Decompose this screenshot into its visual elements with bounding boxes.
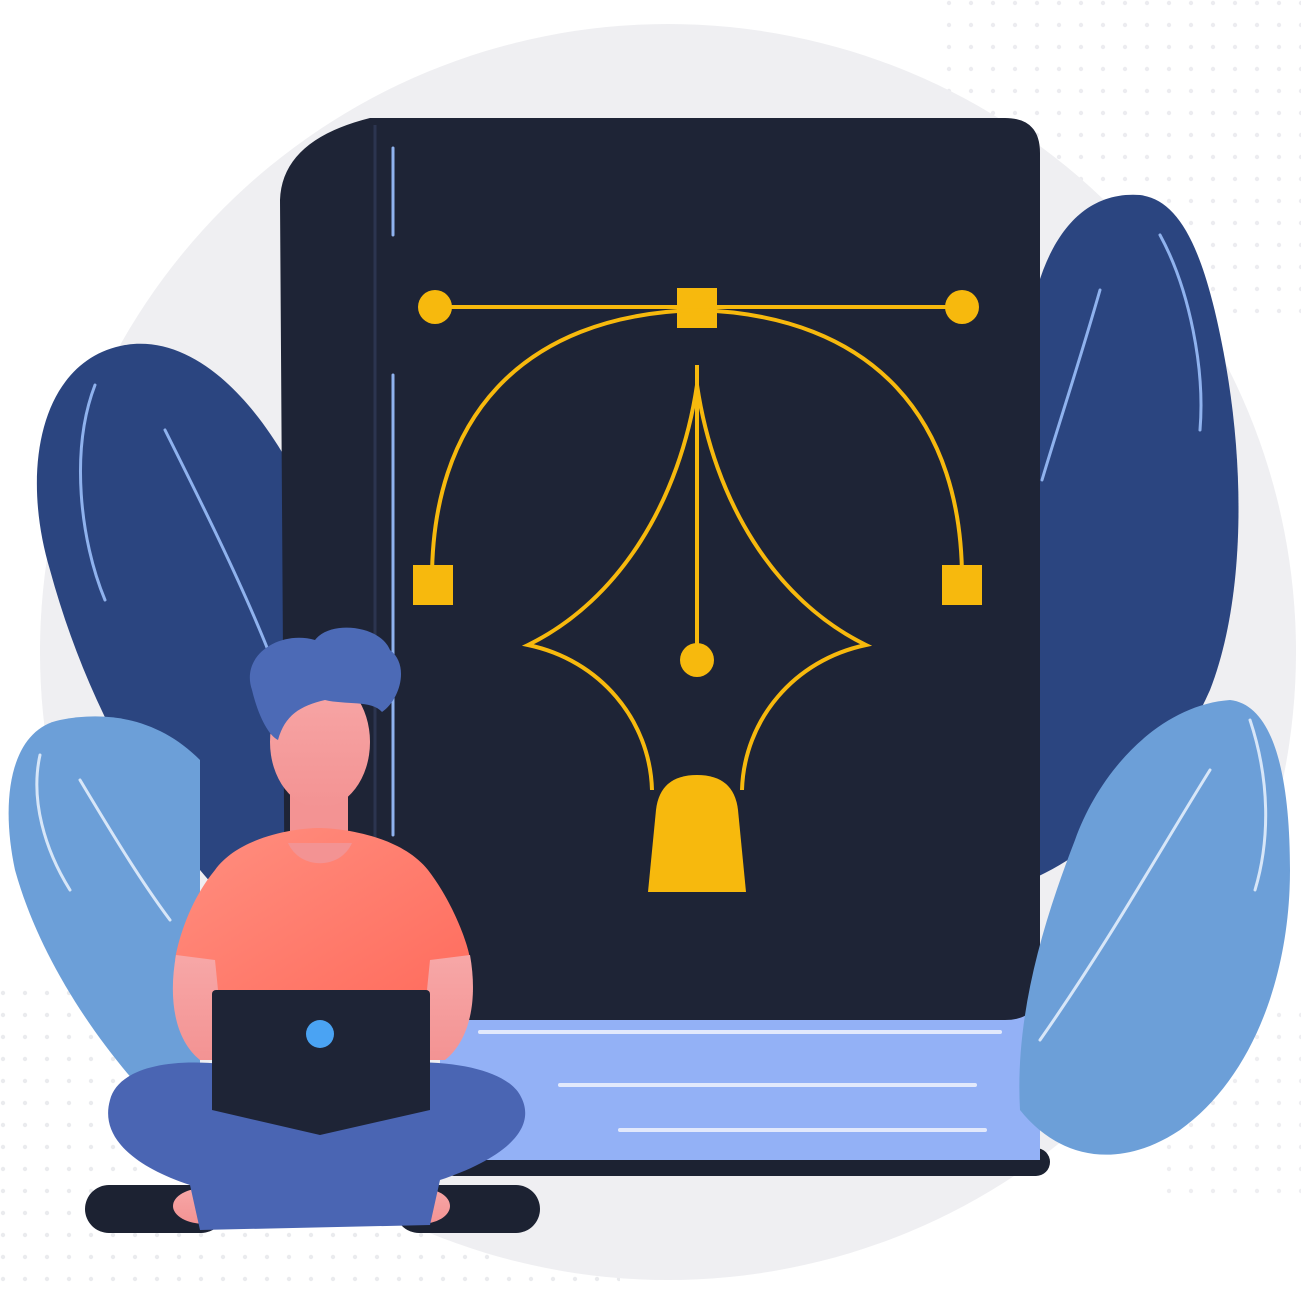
laptop-logo <box>306 1020 334 1048</box>
illustration <box>0 0 1301 1294</box>
laptop <box>212 990 430 1135</box>
illustration-stage <box>0 0 1301 1294</box>
